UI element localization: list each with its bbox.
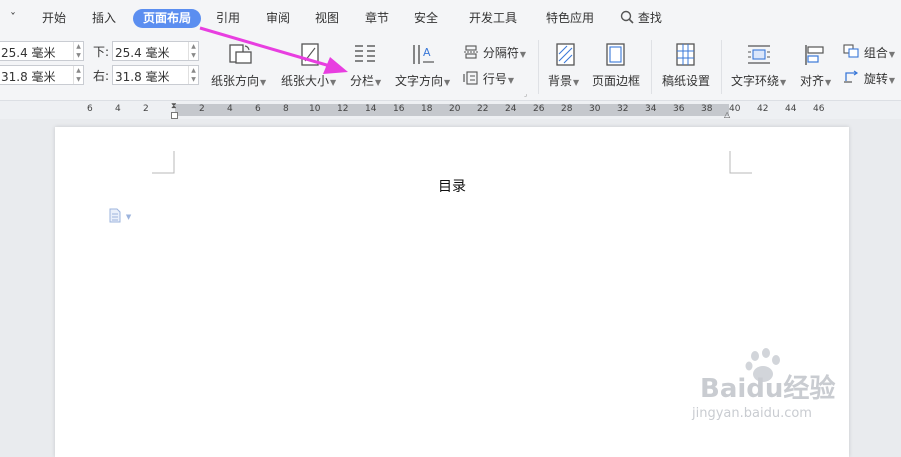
watermark-brand: Baidu经验 <box>700 374 836 404</box>
watermark: Baidu经验 jingyan.baidu.com <box>692 348 870 428</box>
watermark-url: jingyan.baidu.com <box>692 406 812 421</box>
